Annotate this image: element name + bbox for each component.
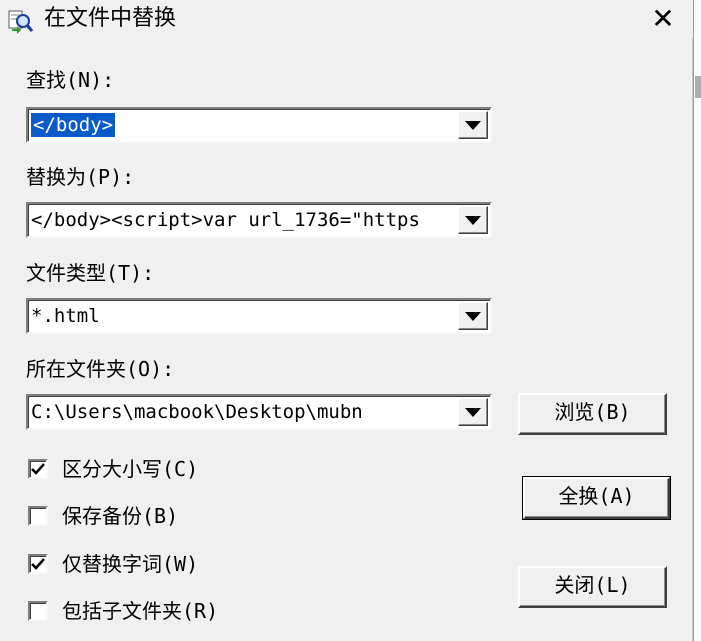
folder-combobox[interactable]: C:\Users\macbook\Desktop\mubn bbox=[26, 394, 492, 430]
replace-dropdown-button[interactable] bbox=[458, 206, 488, 234]
chevron-down-icon bbox=[465, 311, 481, 321]
find-dropdown-button[interactable] bbox=[458, 111, 488, 139]
replace-combobox[interactable]: </body><script>var url_1736="https bbox=[26, 202, 492, 238]
search-replace-icon bbox=[8, 8, 34, 34]
chevron-down-icon bbox=[465, 215, 481, 225]
checkbox[interactable] bbox=[28, 506, 48, 526]
checkbox[interactable] bbox=[28, 459, 48, 479]
replace-label: 替换为(P): bbox=[26, 165, 135, 189]
option-match-case[interactable]: 区分大小写(C) bbox=[28, 455, 198, 483]
option-label: 仅替换字词(W) bbox=[62, 552, 199, 576]
find-input[interactable]: </body> bbox=[31, 113, 116, 137]
option-include-subfolders[interactable]: 包括子文件夹(R) bbox=[28, 597, 218, 625]
option-whole-word[interactable]: 仅替换字词(W) bbox=[28, 550, 198, 578]
replace-all-button[interactable]: 全换(A) bbox=[522, 476, 671, 520]
chevron-down-icon bbox=[465, 407, 481, 417]
option-save-backup[interactable]: 保存备份(B) bbox=[28, 502, 178, 530]
close-button[interactable]: 关闭(L) bbox=[518, 566, 667, 608]
checkbox[interactable] bbox=[28, 554, 48, 574]
option-label: 保存备份(B) bbox=[62, 504, 179, 528]
checkmark-icon bbox=[31, 463, 45, 475]
chevron-down-icon bbox=[465, 120, 481, 130]
background-window-edge bbox=[693, 0, 701, 641]
folder-input[interactable]: C:\Users\macbook\Desktop\mubn bbox=[31, 400, 455, 424]
title-bar[interactable]: 在文件中替换 ✕ bbox=[0, 0, 693, 38]
option-label: 包括子文件夹(R) bbox=[62, 599, 219, 623]
filetype-combobox[interactable]: *.html bbox=[26, 298, 492, 334]
close-icon[interactable]: ✕ bbox=[645, 4, 681, 34]
find-combobox[interactable]: </body> bbox=[26, 107, 492, 143]
find-label: 查找(N): bbox=[26, 68, 115, 92]
folder-label: 所在文件夹(O): bbox=[26, 357, 175, 381]
filetype-label: 文件类型(T): bbox=[26, 261, 155, 285]
checkmark-icon bbox=[31, 558, 45, 570]
browse-button[interactable]: 浏览(B) bbox=[518, 393, 667, 435]
window-title: 在文件中替换 bbox=[44, 6, 177, 31]
filetype-input[interactable]: *.html bbox=[31, 304, 100, 328]
option-label: 区分大小写(C) bbox=[62, 457, 199, 481]
replace-input[interactable]: </body><script>var url_1736="https bbox=[31, 208, 455, 232]
folder-dropdown-button[interactable] bbox=[458, 398, 488, 426]
filetype-dropdown-button[interactable] bbox=[458, 302, 488, 330]
replace-in-files-dialog: 在文件中替换 ✕ 查找(N): </body> 替换为(P): </body><… bbox=[0, 0, 693, 641]
checkbox[interactable] bbox=[28, 601, 48, 621]
background-window-text bbox=[695, 76, 701, 98]
